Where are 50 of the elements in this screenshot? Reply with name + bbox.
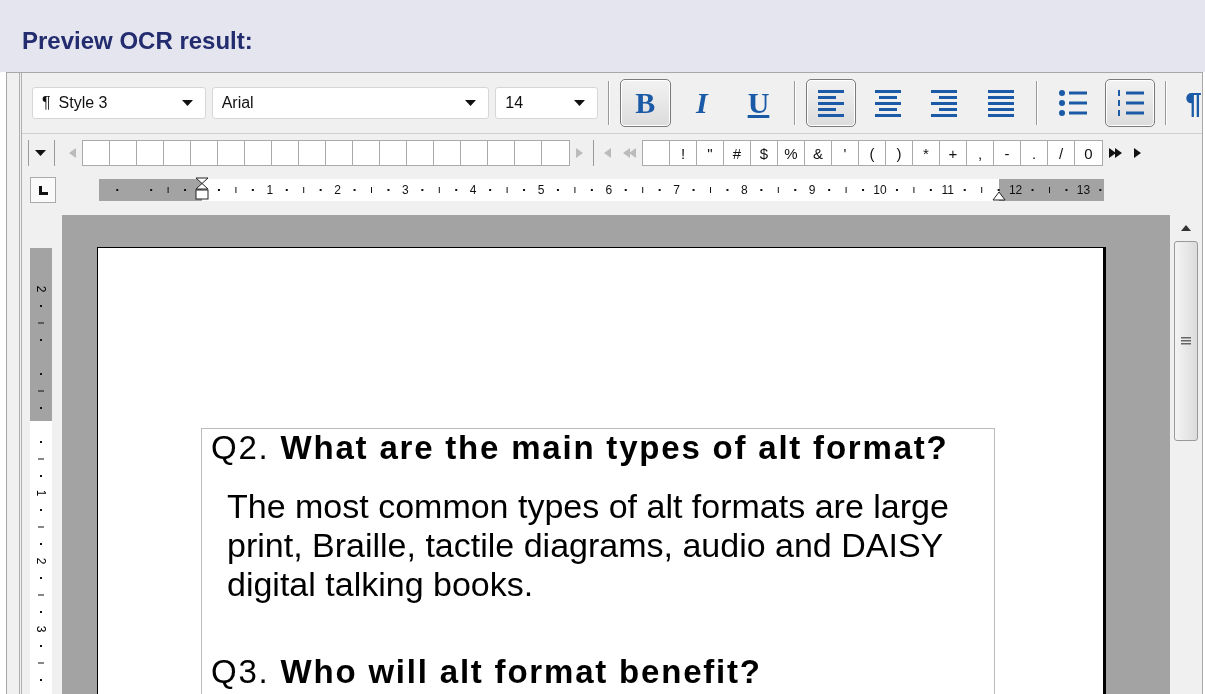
tab-type-button[interactable] bbox=[30, 177, 56, 203]
font-dropdown[interactable]: Arial bbox=[211, 87, 490, 119]
ruler-number: 2 bbox=[34, 284, 48, 295]
ruler-number: 1 bbox=[34, 488, 48, 499]
scroll-up-icon[interactable] bbox=[1181, 225, 1191, 231]
scroll-thumb[interactable] bbox=[1174, 241, 1198, 441]
scroll-right-icon[interactable] bbox=[1134, 148, 1141, 158]
underline-button[interactable]: U bbox=[733, 79, 784, 127]
ruler-number: 4 bbox=[469, 182, 477, 198]
align-center-icon bbox=[874, 89, 901, 117]
question-heading: Q3. Who will alt format benefit? bbox=[211, 655, 762, 689]
ruler-number: 2 bbox=[34, 556, 48, 567]
ruler-number: 10 bbox=[873, 182, 887, 198]
left-tab-icon bbox=[38, 185, 48, 195]
ruler-number: 8 bbox=[741, 182, 748, 198]
ruler-number: 5 bbox=[537, 182, 545, 198]
ruler-number: 13 bbox=[1076, 182, 1091, 198]
numbered-list-icon bbox=[1115, 90, 1144, 116]
dropdown-arrow-icon[interactable] bbox=[35, 150, 46, 156]
align-left-icon bbox=[818, 89, 845, 117]
caret-icon bbox=[181, 100, 193, 106]
bold-button[interactable]: B bbox=[620, 79, 671, 127]
question-heading: Q2. What are the main types of alt format? bbox=[211, 431, 949, 465]
italic-button[interactable]: I bbox=[676, 79, 728, 127]
align-left-button[interactable] bbox=[805, 79, 857, 127]
ruler-number: 6 bbox=[605, 182, 613, 198]
font-size-dropdown[interactable]: 14 bbox=[495, 87, 598, 119]
caret-icon bbox=[465, 100, 477, 106]
section-title: Preview OCR result: bbox=[22, 27, 253, 55]
bulleted-list-icon bbox=[1059, 90, 1088, 116]
paragraph-style-dropdown[interactable]: ¶ Style 3 bbox=[32, 87, 206, 119]
ruler-number: 12 bbox=[1008, 182, 1023, 198]
align-justify-icon bbox=[987, 89, 1014, 117]
ruler-number: 1 bbox=[266, 182, 274, 198]
align-right-icon bbox=[931, 89, 958, 117]
caret-icon bbox=[574, 100, 585, 106]
ruler-number: 3 bbox=[402, 182, 409, 198]
horizontal-ruler[interactable]: 1 2 3 4 5 6 7 8 9 10 11 12 13 bbox=[99, 179, 1104, 201]
answer-paragraph: The most common types of alt formats are large print, Braille, tactile diagrams, audio and DAISY digital talking books. bbox=[227, 487, 950, 604]
indent-marker-icon[interactable] bbox=[195, 177, 209, 200]
grip-icon bbox=[1181, 337, 1191, 345]
ruler-number: 7 bbox=[673, 182, 680, 198]
numbered-list-button[interactable] bbox=[1104, 79, 1156, 127]
vertical-ruler[interactable]: 2 1 2 3 bbox=[30, 248, 52, 694]
ruler-number: 11 bbox=[941, 182, 955, 198]
ruler-number: 2 bbox=[334, 182, 341, 198]
ruler-number: 3 bbox=[34, 624, 48, 635]
formatting-marks-button[interactable]: ¶ bbox=[1185, 86, 1202, 120]
ruler-number: 9 bbox=[808, 182, 816, 198]
fast-forward-icon[interactable] bbox=[1109, 148, 1122, 158]
